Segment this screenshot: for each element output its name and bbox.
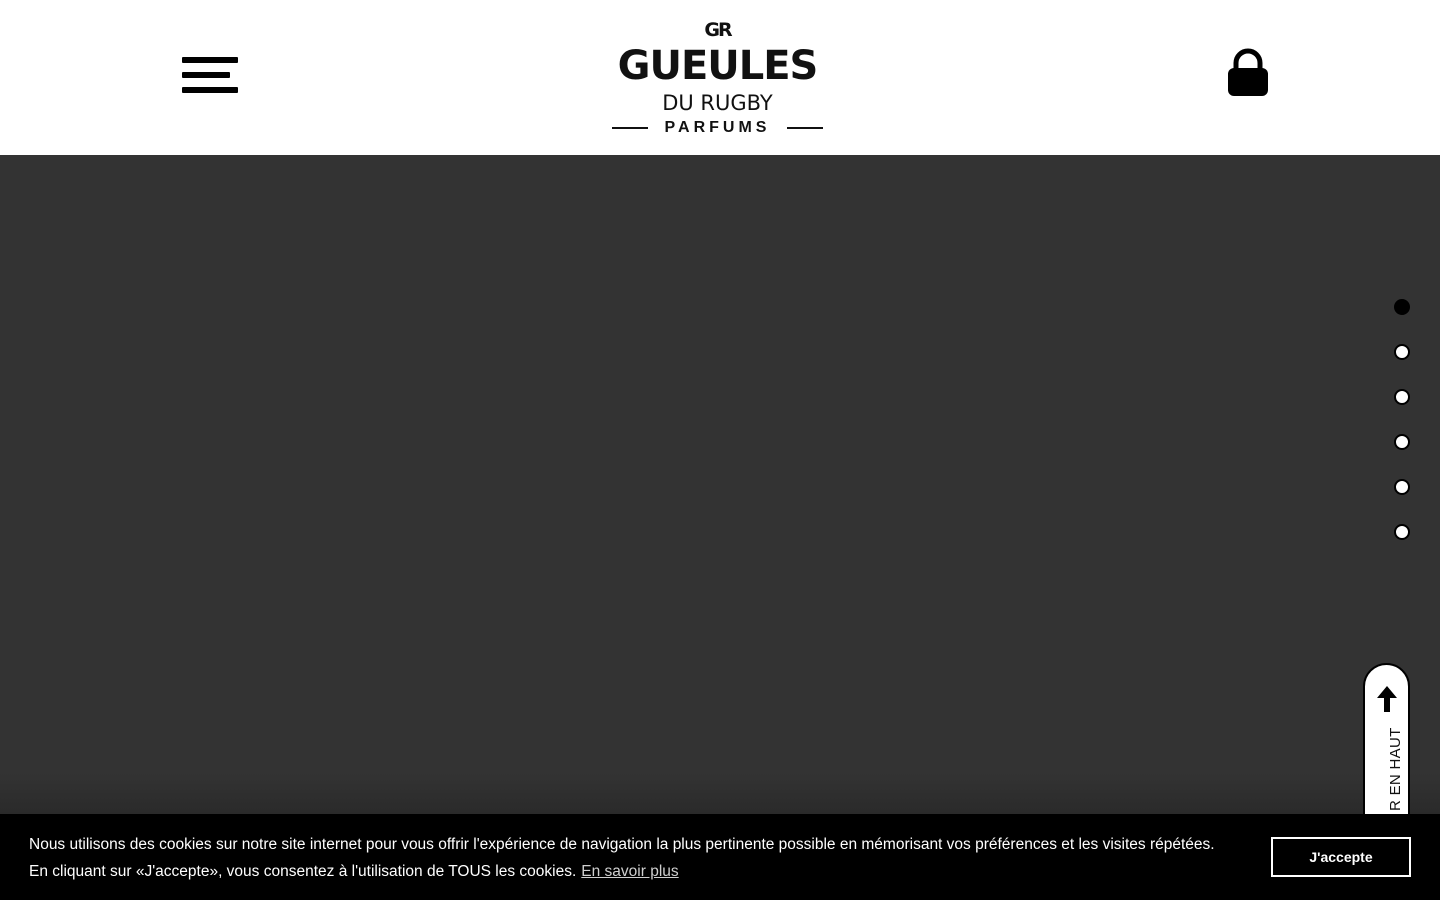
cookie-message-line-2: En cliquant sur «J'accepte», vous consen…: [29, 858, 1269, 885]
slide-dot-1[interactable]: [1394, 299, 1410, 315]
logo-monogram: GR: [704, 19, 732, 41]
logo-subtitle: DU RUGBY: [662, 91, 773, 115]
logo-rule-left: [612, 127, 648, 129]
site-logo[interactable]: GR GUEULES DU RUGBY PARFUMS: [612, 20, 823, 138]
menu-bar-bottom: [182, 87, 238, 93]
site-header: GR GUEULES DU RUGBY PARFUMS: [0, 0, 1440, 155]
cookie-message-line-1: Nous utilisons des cookies sur notre sit…: [29, 836, 1215, 853]
slide-dot-4[interactable]: [1394, 434, 1410, 450]
slide-dot-2[interactable]: [1394, 344, 1410, 360]
cookie-message: Nous utilisons des cookies sur notre sit…: [29, 831, 1269, 885]
hero-bottom-shade: [0, 773, 1440, 815]
cookie-consent-text: En cliquant sur «J'accepte», vous consen…: [29, 863, 577, 880]
cart-icon-graphic: [1228, 48, 1268, 96]
slide-dot-6[interactable]: [1394, 524, 1410, 540]
arrow-up-icon: [1377, 686, 1397, 712]
back-to-top-button[interactable]: R EN HAUT: [1363, 663, 1410, 833]
slide-pagination: [1394, 299, 1412, 569]
slide-dot-5[interactable]: [1394, 479, 1410, 495]
slide-dot-3[interactable]: [1394, 389, 1410, 405]
logo-rule-right: [787, 127, 823, 129]
hamburger-menu-icon[interactable]: [182, 57, 238, 94]
hero-slider: [0, 155, 1440, 900]
learn-more-link[interactable]: En savoir plus: [581, 863, 678, 880]
logo-title: GUEULES: [617, 43, 819, 89]
accept-cookies-button[interactable]: J'accepte: [1271, 837, 1411, 877]
logo-tagline: PARFUMS: [664, 119, 771, 136]
menu-bar-top: [182, 57, 238, 63]
back-to-top-label: R EN HAUT: [1387, 727, 1404, 811]
cookie-banner: Nous utilisons des cookies sur notre sit…: [0, 814, 1440, 900]
menu-bar-middle: [182, 72, 230, 78]
shopping-bag-lock-icon[interactable]: [1226, 48, 1270, 98]
